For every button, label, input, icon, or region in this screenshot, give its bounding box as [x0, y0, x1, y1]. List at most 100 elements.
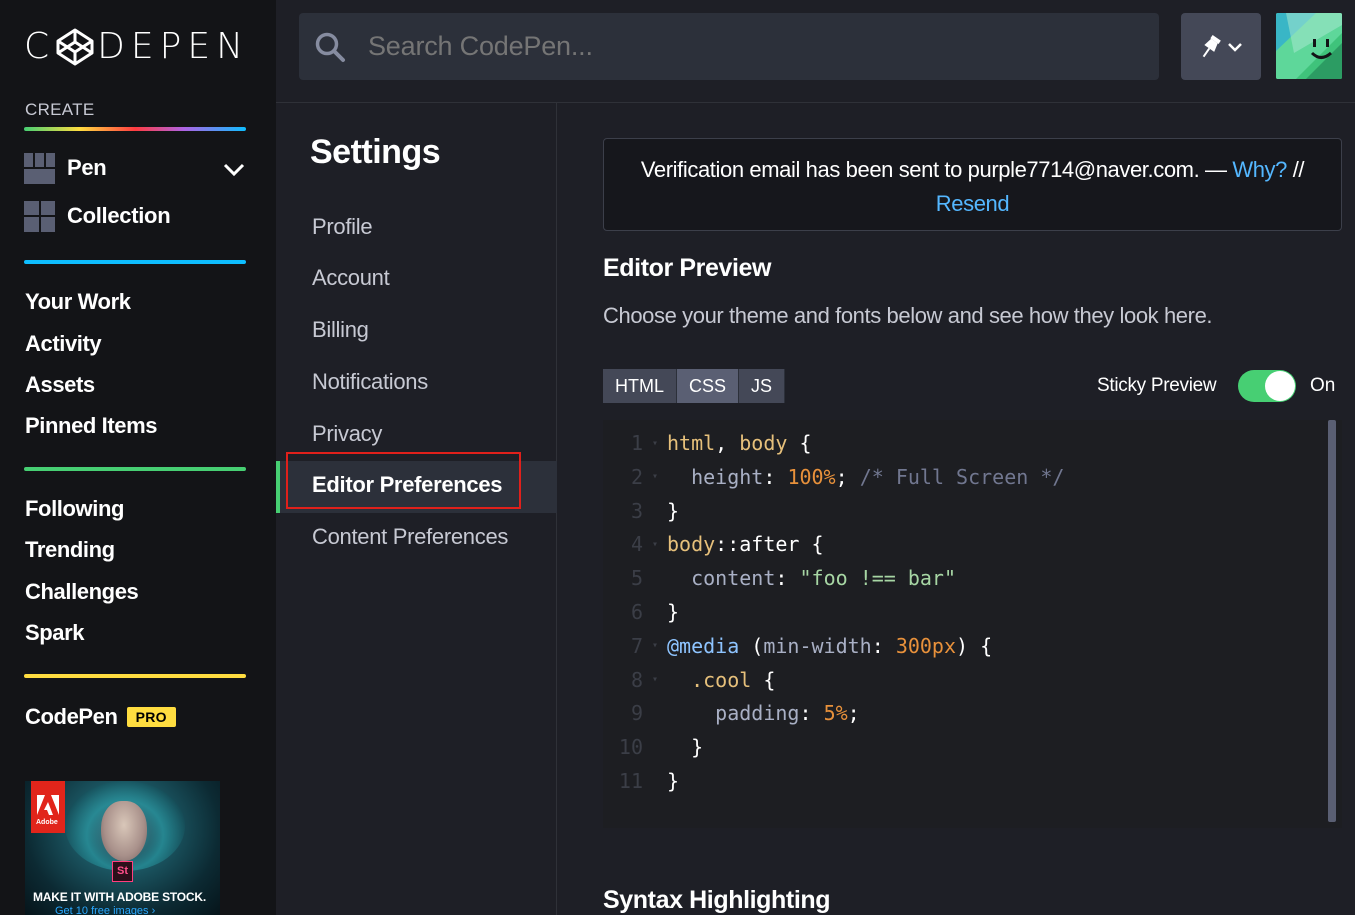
settings-nav-billing[interactable]: Billing	[312, 317, 369, 343]
highlight-box	[286, 452, 521, 509]
ad-subline: Get 10 free images ›	[55, 905, 156, 915]
code-token: :	[871, 633, 896, 658]
create-collection-button[interactable]: Collection	[24, 200, 171, 232]
nav-trending[interactable]: Trending	[25, 537, 115, 563]
nav-challenges[interactable]: Challenges	[25, 579, 139, 605]
editor-preview-description: Choose your theme and fonts below and se…	[603, 303, 1213, 328]
verification-notice: Verification email has been sent to purp…	[603, 138, 1342, 231]
settings-nav-content-preferences[interactable]: Content Preferences	[312, 524, 508, 550]
code-line: 5 content: "foo !== bar"	[603, 561, 956, 595]
code-token: min-width	[763, 633, 872, 658]
create-label: CREATE	[25, 100, 95, 119]
line-number: 1	[630, 431, 643, 455]
search-input[interactable]	[368, 31, 1068, 62]
code-token: ,	[715, 431, 740, 455]
tab-js[interactable]: JS	[739, 369, 786, 403]
code-token: content	[691, 566, 776, 591]
codepen-label: CodePen	[25, 704, 118, 729]
code-line: 2 ▾ height: 100%; /* Full Screen */	[603, 460, 1064, 494]
divider-yellow	[24, 674, 246, 678]
settings-title: Settings	[310, 133, 441, 171]
code-token: @media	[667, 633, 740, 658]
search-bar[interactable]	[299, 13, 1159, 80]
code-token: ;	[835, 464, 860, 489]
smiley-avatar-icon	[1276, 13, 1342, 79]
code-line: 8 ▾ .cool {	[603, 663, 775, 697]
user-avatar[interactable]	[1276, 13, 1342, 79]
code-token: :	[775, 566, 800, 591]
sticky-preview-toggle[interactable]	[1238, 370, 1296, 402]
code-token: "foo !== bar"	[799, 566, 957, 591]
create-collection-label: Collection	[67, 203, 171, 228]
fold-arrow-icon[interactable]: ▾	[643, 674, 667, 685]
nav-pinned-items[interactable]: Pinned Items	[25, 413, 158, 439]
code-line: 3}	[603, 494, 679, 528]
sticky-preview-state: On	[1310, 375, 1336, 396]
settings-nav-account[interactable]: Account	[312, 265, 390, 291]
codepen-logo[interactable]: C DEPEN	[24, 28, 249, 66]
settings-nav-profile[interactable]: Profile	[312, 214, 373, 240]
line-number: 5	[630, 566, 643, 591]
code-line: 6}	[603, 595, 679, 629]
settings-nav-privacy[interactable]: Privacy	[312, 421, 382, 447]
syntax-highlighting-heading: Syntax Highlighting	[603, 886, 831, 914]
search-icon	[315, 32, 345, 62]
pen-icon	[24, 152, 55, 184]
adobe-brand-text: Adobe	[36, 819, 58, 826]
pinned-items-button[interactable]	[1181, 13, 1261, 80]
line-number: 2	[630, 464, 643, 489]
why-link[interactable]: Why?	[1232, 157, 1287, 182]
resend-link[interactable]: Resend	[936, 191, 1010, 216]
nav-spark[interactable]: Spark	[25, 620, 85, 646]
code-line: 4 ▾ body::after {	[603, 527, 824, 561]
preview-tabs: HTML CSS JS	[603, 369, 786, 403]
line-number: 4	[630, 532, 643, 557]
code-token: ;	[847, 701, 860, 726]
line-number: 7	[630, 633, 643, 658]
code-token: }	[667, 769, 680, 793]
create-pen-label: Pen	[67, 155, 107, 180]
code-token: body	[739, 431, 788, 455]
code-line: 9 padding: 5%;	[603, 696, 860, 730]
code-token: {	[787, 431, 812, 455]
verification-message: Verification email has been sent to purp…	[640, 157, 1227, 182]
divider-blue	[24, 260, 246, 264]
code-token: padding	[715, 701, 800, 726]
code-token: ::after {	[715, 532, 824, 557]
code-token: html	[667, 431, 716, 455]
fold-arrow-icon[interactable]: ▾	[643, 438, 667, 449]
settings-nav-notifications[interactable]: Notifications	[312, 369, 428, 395]
code-editor-preview: 1 ▾ html, body {2 ▾ height: 100%; /* Full S…	[603, 420, 1342, 828]
fold-arrow-icon[interactable]: ▾	[643, 539, 667, 550]
adobe-stock-ad[interactable]: Adobe St MAKE IT WITH ADOBE STOCK. Get 1…	[25, 781, 220, 915]
toggle-knob	[1265, 371, 1295, 401]
codepen-cube-icon	[56, 28, 94, 66]
divider-green	[24, 467, 246, 471]
chevron-down-icon[interactable]	[222, 159, 246, 179]
tab-css[interactable]: CSS	[677, 369, 740, 403]
code-token: :	[799, 701, 824, 726]
code-token: 5%	[823, 701, 848, 726]
code-token: (	[739, 633, 764, 658]
fold-arrow-icon[interactable]: ▾	[643, 640, 667, 651]
codepen-pro-link[interactable]: CodePen PRO	[25, 704, 176, 730]
create-rainbow-divider	[24, 127, 246, 131]
code-token: }	[667, 600, 680, 624]
tab-html[interactable]: HTML	[603, 369, 677, 403]
fold-arrow-icon[interactable]: ▾	[643, 471, 667, 482]
pro-badge: PRO	[126, 707, 176, 727]
nav-your-work[interactable]: Your Work	[25, 289, 131, 315]
create-pen-button[interactable]: Pen	[24, 152, 107, 184]
line-number: 11	[618, 769, 643, 793]
nav-following[interactable]: Following	[25, 496, 124, 522]
pin-chevron-down-icon	[1228, 42, 1242, 52]
nav-activity[interactable]: Activity	[25, 331, 102, 357]
sticky-preview-label: Sticky Preview	[1097, 375, 1217, 396]
pin-icon	[1202, 34, 1221, 57]
editor-scrollbar[interactable]	[1328, 420, 1336, 822]
nav-assets[interactable]: Assets	[25, 372, 95, 398]
